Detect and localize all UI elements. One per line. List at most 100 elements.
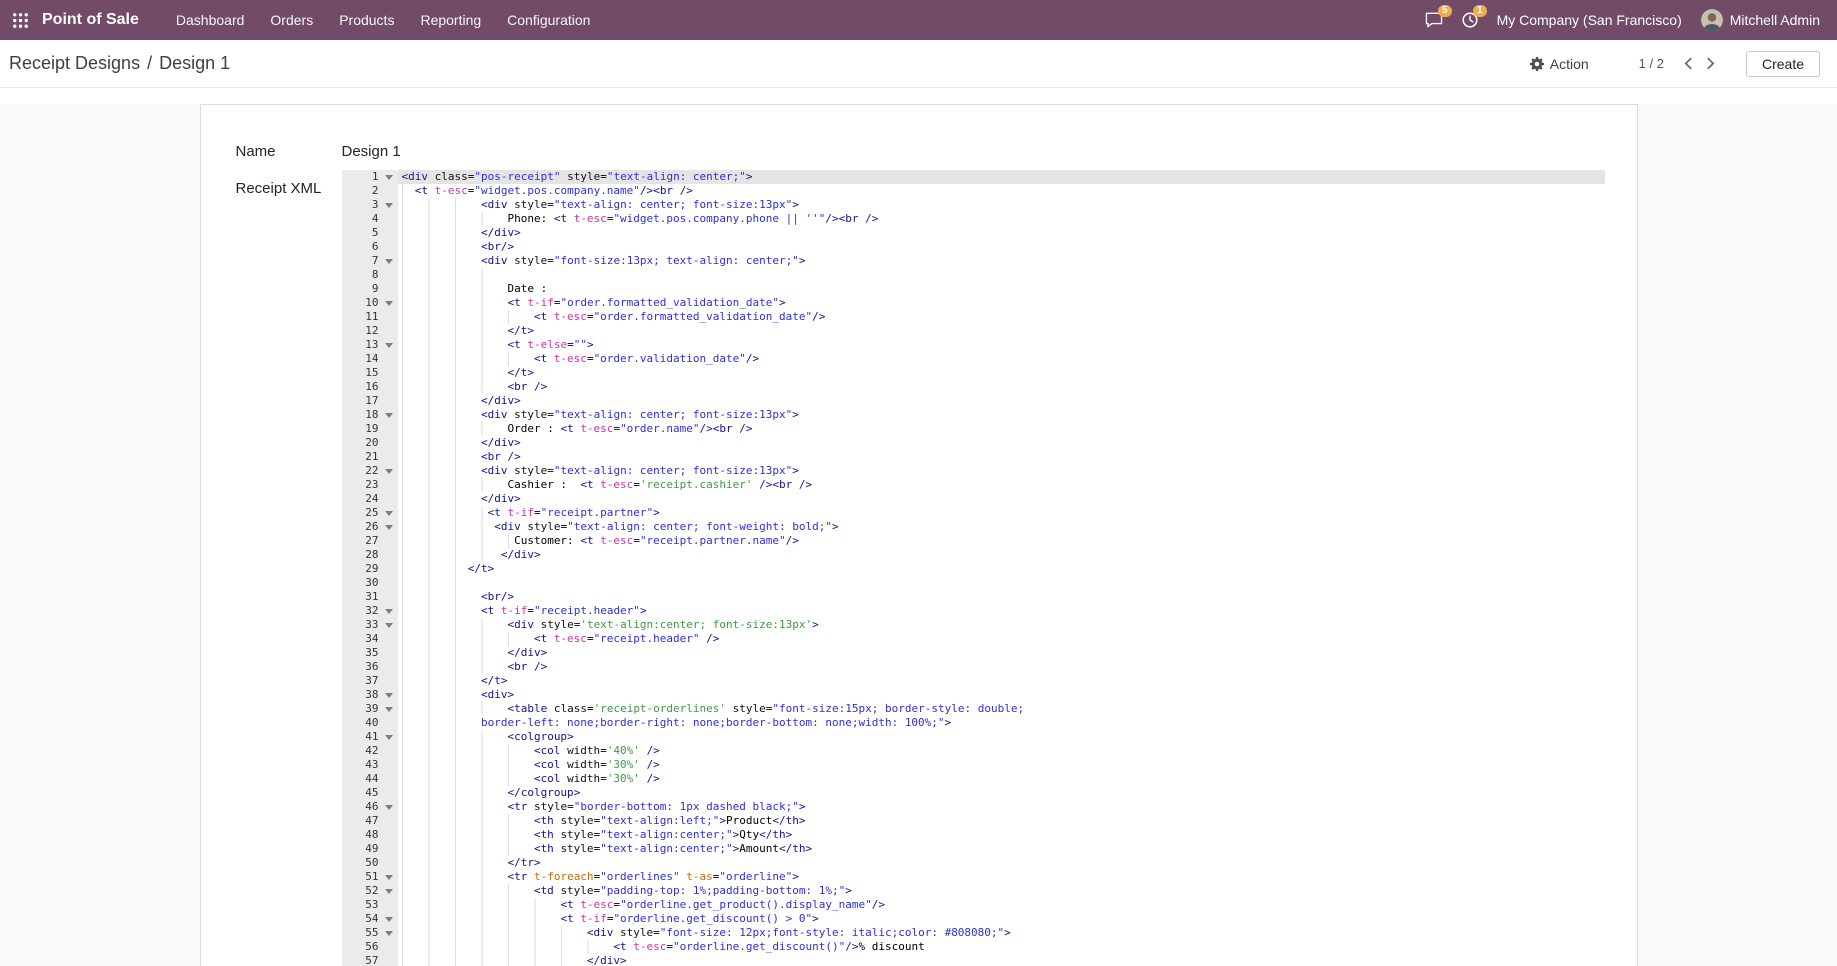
nav-item-configuration[interactable]: Configuration <box>494 0 603 40</box>
code-line[interactable]: </tr> <box>398 856 1605 870</box>
nav-item-products[interactable]: Products <box>326 0 407 40</box>
code-line[interactable]: <br /> <box>398 450 1605 464</box>
code-line[interactable]: <t t-if="order.formatted_validation_date… <box>398 296 1605 310</box>
nav-item-dashboard[interactable]: Dashboard <box>163 0 258 40</box>
code-line[interactable]: <div style="text-align: center; font-siz… <box>398 464 1605 478</box>
code-line[interactable]: <div class="pos-receipt" style="text-ali… <box>398 170 1605 184</box>
fold-toggle-icon[interactable] <box>385 931 393 936</box>
code-line[interactable]: <div style="font-size: 12px;font-style: … <box>398 926 1605 940</box>
fold-toggle-icon[interactable] <box>385 175 393 180</box>
code-line[interactable]: <br /> <box>398 660 1605 674</box>
code-line[interactable]: <t t-if="receipt.header"> <box>398 604 1605 618</box>
fold-toggle-icon[interactable] <box>385 413 393 418</box>
code-line[interactable]: <col width='40%' /> <box>398 744 1605 758</box>
fold-toggle-icon[interactable] <box>385 469 393 474</box>
pager-previous-button[interactable] <box>1678 51 1700 77</box>
user-menu[interactable]: Mitchell Admin <box>1701 9 1820 31</box>
company-menu[interactable]: My Company (San Francisco) <box>1497 12 1682 28</box>
fold-toggle-icon[interactable] <box>385 889 393 894</box>
action-menu-button[interactable]: Action <box>1530 56 1589 72</box>
fold-toggle-icon[interactable] <box>385 525 393 530</box>
code-line[interactable]: </div> <box>398 646 1605 660</box>
fold-toggle-icon[interactable] <box>385 917 393 922</box>
code-line[interactable]: <t t-esc="order.validation_date"/> <box>398 352 1605 366</box>
fold-toggle-icon[interactable] <box>385 511 393 516</box>
pager-value[interactable]: 1 / 2 <box>1639 56 1664 71</box>
fold-toggle-icon[interactable] <box>385 301 393 306</box>
code-line[interactable]: </colgroup> <box>398 786 1605 800</box>
code-line[interactable]: <div style="text-align: center; font-wei… <box>398 520 1605 534</box>
code-line[interactable]: Order : <t t-esc="order.name"/><br /> <box>398 422 1605 436</box>
code-line[interactable]: border-left: none;border-right: none;bor… <box>398 716 1605 730</box>
gutter-line-number: 19 <box>342 422 398 436</box>
nav-item-orders[interactable]: Orders <box>257 0 326 40</box>
code-line[interactable]: Phone: <t t-esc="widget.pos.company.phon… <box>398 212 1605 226</box>
pager-next-button[interactable] <box>1700 51 1722 77</box>
code-line[interactable]: Customer: <t t-esc="receipt.partner.name… <box>398 534 1605 548</box>
activities-menu-button[interactable]: 1 <box>1462 12 1478 28</box>
code-line[interactable]: <t t-esc="orderline.get_product().displa… <box>398 898 1605 912</box>
code-line[interactable]: <th style="text-align:center;">Qty</th> <box>398 828 1605 842</box>
name-field-value[interactable]: Design 1 <box>342 143 401 160</box>
fold-toggle-icon[interactable] <box>385 735 393 740</box>
code-line[interactable]: <br/> <box>398 590 1605 604</box>
code-line[interactable]: </t> <box>398 366 1605 380</box>
code-line[interactable]: <td style="padding-top: 1%;padding-botto… <box>398 884 1605 898</box>
code-line[interactable]: <div style="font-size:13px; text-align: … <box>398 254 1605 268</box>
code-line[interactable]: </t> <box>398 324 1605 338</box>
code-line[interactable]: <col width='30%' /> <box>398 772 1605 786</box>
breadcrumb-parent[interactable]: Receipt Designs <box>9 53 140 74</box>
code-line[interactable]: <t t-esc="receipt.header" /> <box>398 632 1605 646</box>
create-button[interactable]: Create <box>1746 51 1820 77</box>
messages-menu-button[interactable]: 5 <box>1425 12 1443 28</box>
code-line[interactable]: <div> <box>398 688 1605 702</box>
code-line[interactable]: </t> <box>398 562 1605 576</box>
gutter-line-number: 51 <box>342 870 398 884</box>
xml-editor[interactable]: 1234567891011121314151617181920212223242… <box>342 170 1605 966</box>
fold-toggle-icon[interactable] <box>385 875 393 880</box>
code-line[interactable]: <t t-if="receipt.partner"> <box>398 506 1605 520</box>
fold-toggle-icon[interactable] <box>385 623 393 628</box>
code-line[interactable]: </div> <box>398 436 1605 450</box>
code-line[interactable]: <th style="text-align:left;">Product</th… <box>398 814 1605 828</box>
apps-menu-button[interactable] <box>12 12 29 29</box>
code-line[interactable]: <t t-esc="order.formatted_validation_dat… <box>398 310 1605 324</box>
code-line[interactable]: <col width='30%' /> <box>398 758 1605 772</box>
gutter-line-number: 29 <box>342 562 398 576</box>
code-line[interactable]: <div style='text-align:center; font-size… <box>398 618 1605 632</box>
code-line[interactable]: <tr t-foreach="orderlines" t-as="orderli… <box>398 870 1605 884</box>
fold-toggle-icon[interactable] <box>385 805 393 810</box>
fold-toggle-icon[interactable] <box>385 707 393 712</box>
code-line[interactable]: <colgroup> <box>398 730 1605 744</box>
code-line[interactable] <box>398 268 1605 282</box>
code-line[interactable]: <div style="text-align: center; font-siz… <box>398 408 1605 422</box>
nav-item-reporting[interactable]: Reporting <box>407 0 494 40</box>
code-line[interactable]: <t t-if="orderline.get_discount() > 0"> <box>398 912 1605 926</box>
gutter-line-number: 15 <box>342 366 398 380</box>
app-name[interactable]: Point of Sale <box>42 11 139 29</box>
editor-code[interactable]: <div class="pos-receipt" style="text-ali… <box>398 170 1605 966</box>
code-line[interactable]: </div> <box>398 226 1605 240</box>
code-line[interactable]: <table class='receipt-orderlines' style=… <box>398 702 1605 716</box>
code-line[interactable]: <br/> <box>398 240 1605 254</box>
fold-toggle-icon[interactable] <box>385 203 393 208</box>
fold-toggle-icon[interactable] <box>385 693 393 698</box>
code-line[interactable]: <tr style="border-bottom: 1px dashed bla… <box>398 800 1605 814</box>
code-line[interactable]: Date : <box>398 282 1605 296</box>
code-line[interactable] <box>398 576 1605 590</box>
fold-toggle-icon[interactable] <box>385 259 393 264</box>
code-line[interactable]: <t t-esc="orderline.get_discount()"/>% d… <box>398 940 1605 954</box>
fold-toggle-icon[interactable] <box>385 609 393 614</box>
code-line[interactable]: </div> <box>398 548 1605 562</box>
code-line[interactable]: <t t-else=""> <box>398 338 1605 352</box>
code-line[interactable]: </t> <box>398 674 1605 688</box>
code-line[interactable]: <th style="text-align:center;">Amount</t… <box>398 842 1605 856</box>
code-line[interactable]: </div> <box>398 954 1605 966</box>
code-line[interactable]: <div style="text-align: center; font-siz… <box>398 198 1605 212</box>
code-line[interactable]: </div> <box>398 394 1605 408</box>
code-line[interactable]: <t t-esc="widget.pos.company.name"/><br … <box>398 184 1605 198</box>
code-line[interactable]: Cashier : <t t-esc='receipt.cashier' /><… <box>398 478 1605 492</box>
code-line[interactable]: </div> <box>398 492 1605 506</box>
fold-toggle-icon[interactable] <box>385 343 393 348</box>
code-line[interactable]: <br /> <box>398 380 1605 394</box>
